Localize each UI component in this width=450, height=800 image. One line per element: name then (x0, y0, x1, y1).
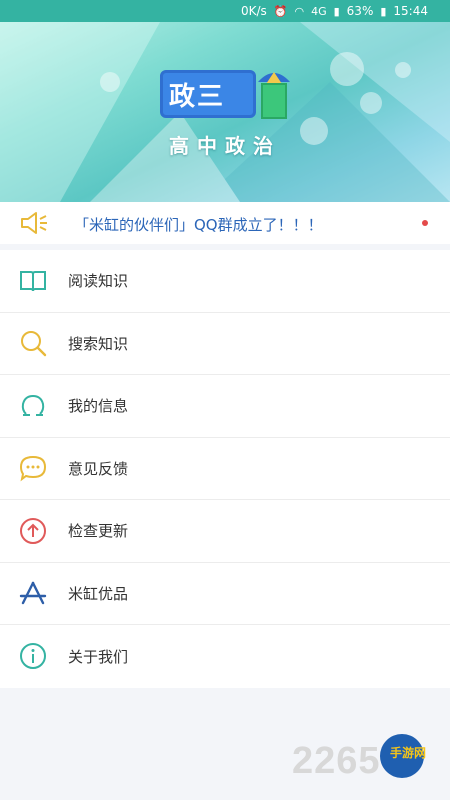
info-icon (20, 643, 46, 670)
alarm-icon: ⏰ (273, 4, 288, 18)
menu-item-search[interactable]: 搜索知识 (0, 313, 450, 375)
menu-item-label: 我的信息 (68, 397, 129, 416)
chat-bubble-icon (19, 456, 47, 482)
menu-item-read[interactable]: 阅读知识 (0, 250, 450, 313)
menu-item-products[interactable]: 米缸优品 (0, 563, 450, 625)
person-icon (21, 394, 45, 416)
clock: 15:44 (393, 4, 428, 18)
unread-dot (422, 220, 428, 226)
menu-item-about[interactable]: 关于我们 (0, 625, 450, 688)
notice-bar[interactable]: 「米缸的伙伴们」QQ群成立了！！！ (0, 202, 450, 244)
watermark-text: 2265 (292, 740, 381, 782)
network-type: 4G (311, 4, 327, 18)
logo-book: 政三 (160, 70, 256, 118)
menu-item-label: 关于我们 (68, 647, 129, 666)
battery-level: 63% (346, 4, 374, 18)
bokeh-light (360, 92, 382, 114)
menu-item-my-info[interactable]: 我的信息 (0, 375, 450, 438)
main-menu: 阅读知识 搜索知识 我的信息 意见反馈 检查更新 米缸优品 关于我们 (0, 250, 450, 688)
watermark-brand: 手游网 (389, 746, 426, 760)
signal-icon: ▮ (333, 4, 340, 18)
menu-item-label: 米缸优品 (68, 584, 129, 603)
speaker-icon (21, 212, 47, 234)
site-watermark: 2265 手游网 (292, 734, 442, 788)
search-icon (21, 331, 47, 357)
header-banner: 政三 高中政治 (0, 22, 450, 202)
menu-item-label: 搜索知识 (68, 334, 129, 353)
menu-item-label: 检查更新 (68, 522, 129, 541)
menu-item-check-update[interactable]: 检查更新 (0, 500, 450, 563)
status-bar: 0K/s ⏰ ◠ 4G ▮ 63% ▮ 15:44 (0, 0, 450, 22)
battery-icon: ▮ (380, 4, 387, 18)
app-subtitle: 高中政治 (169, 134, 281, 158)
bokeh-light (100, 72, 120, 92)
notice-text[interactable]: 「米缸的伙伴们」QQ群成立了！！！ (74, 214, 323, 235)
pencil-icon (258, 72, 290, 119)
bokeh-light (330, 52, 364, 86)
menu-item-feedback[interactable]: 意见反馈 (0, 438, 450, 500)
book-icon (20, 270, 46, 291)
menu-item-label: 意见反馈 (68, 459, 129, 478)
network-speed: 0K/s (240, 4, 267, 18)
bokeh-light (395, 62, 411, 78)
upload-arrow-icon (20, 517, 46, 544)
app-logo: 政三 (160, 66, 292, 122)
wifi-icon: ◠ (294, 4, 305, 18)
app-store-icon (19, 582, 47, 605)
menu-item-label: 阅读知识 (68, 272, 129, 291)
